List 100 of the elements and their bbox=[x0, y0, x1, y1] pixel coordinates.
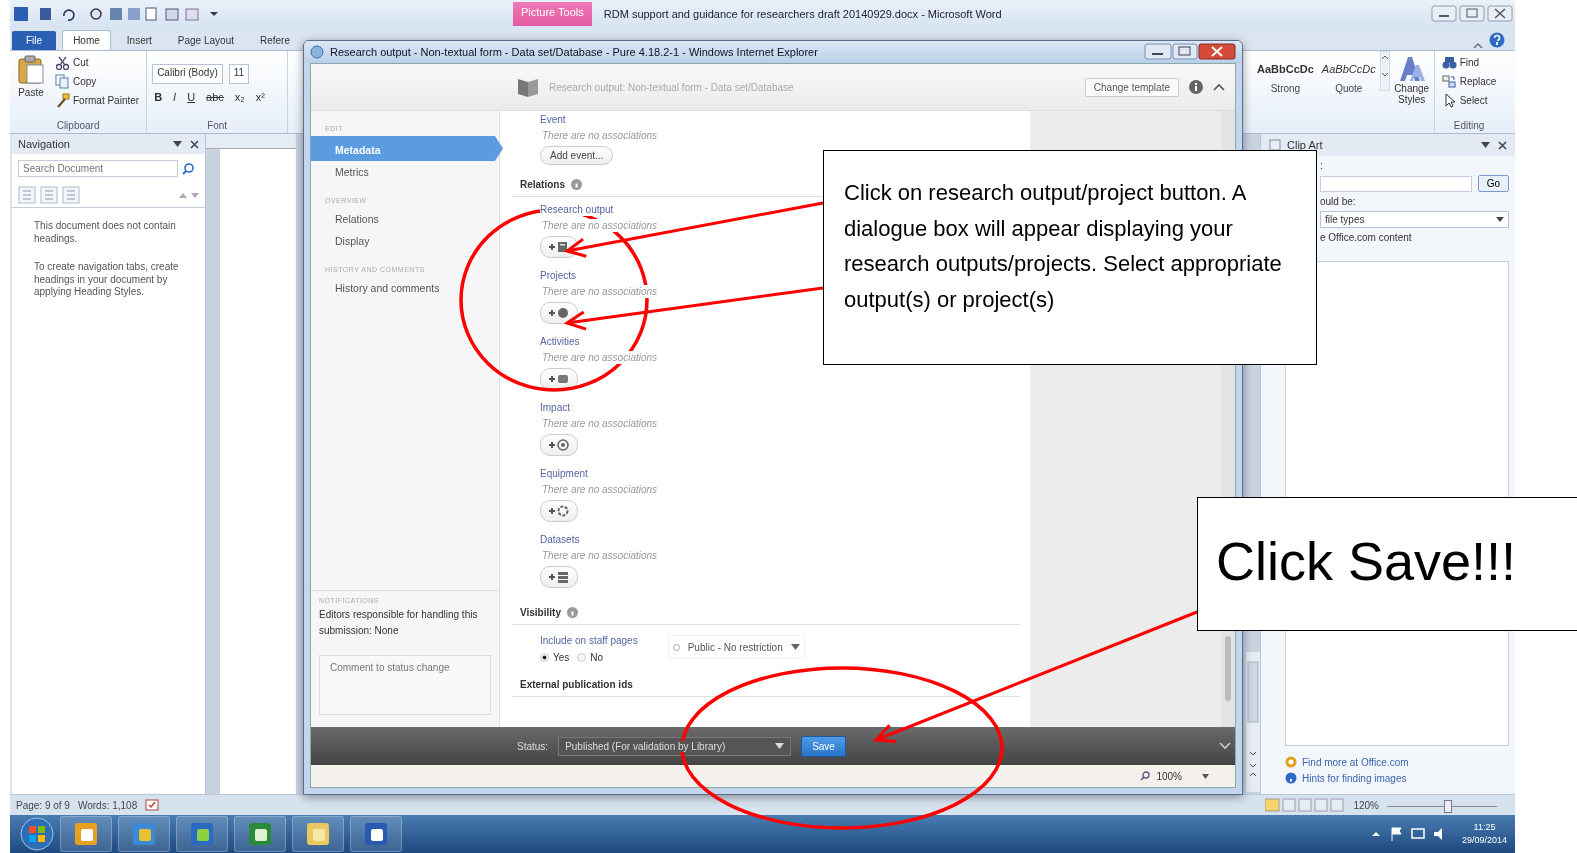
paintbrush-icon bbox=[55, 93, 70, 108]
replace-button[interactable]: Replace bbox=[1439, 73, 1499, 90]
field-label: Impact bbox=[540, 401, 570, 414]
word-count: Words: 1,108 bbox=[77, 799, 138, 811]
binoculars-icon bbox=[1441, 55, 1457, 70]
font-name-field[interactable]: Calibri (Body) bbox=[152, 64, 223, 84]
search-field[interactable] bbox=[1320, 175, 1472, 192]
office-icon bbox=[1285, 756, 1297, 768]
style-gallery-item[interactable]: AaBbCcDc Strong bbox=[1253, 51, 1318, 133]
radio-option[interactable]: Yes bbox=[540, 652, 570, 663]
ribbon-tab[interactable]: Home bbox=[62, 30, 111, 50]
group-label: Editing bbox=[1452, 120, 1486, 133]
empty-text: There are no associations bbox=[542, 285, 658, 298]
breadcrumb: Research output: Non-textual form - Data set/Database bbox=[549, 81, 795, 93]
select-button[interactable]: Select bbox=[1439, 92, 1499, 109]
replace-icon bbox=[1441, 74, 1457, 89]
clock-date: 29/09/2014 bbox=[1461, 834, 1507, 847]
go-button[interactable]: Go bbox=[1477, 175, 1509, 192]
format-button[interactable]: B bbox=[152, 90, 165, 104]
font-size-field[interactable]: 11 bbox=[228, 64, 250, 84]
field-label: Status: bbox=[517, 740, 549, 752]
sidebar-item[interactable]: Relations bbox=[311, 208, 499, 230]
style-gallery-item[interactable]: AaBbCcDc Quote bbox=[1317, 51, 1380, 133]
format-painter-button[interactable]: Format Painter bbox=[53, 92, 142, 109]
file-tab[interactable]: File bbox=[12, 31, 57, 50]
dropdown-icon bbox=[775, 743, 785, 749]
paste-button[interactable]: Paste bbox=[15, 54, 47, 120]
clip-art-icon bbox=[1269, 139, 1281, 151]
close-icon bbox=[190, 139, 199, 149]
change-template-button[interactable]: Change template bbox=[1084, 77, 1179, 97]
sidebar-item[interactable]: Display bbox=[311, 230, 499, 252]
add-relation-button[interactable] bbox=[540, 500, 578, 522]
book-icon bbox=[517, 76, 539, 98]
group-label: Clipboard bbox=[55, 120, 101, 133]
chat-app-icon[interactable] bbox=[189, 821, 215, 847]
add-relation-button[interactable] bbox=[540, 302, 578, 324]
field-label: Research output bbox=[540, 203, 614, 216]
section-heading: Relations bbox=[520, 179, 565, 190]
add-icon bbox=[548, 240, 570, 254]
ribbon-tab[interactable]: Insert bbox=[116, 31, 162, 50]
find-button[interactable]: Find bbox=[1439, 54, 1499, 71]
change-styles-button[interactable]: Change Styles bbox=[1389, 51, 1434, 133]
browser-app-icon[interactable] bbox=[131, 821, 157, 847]
help-icon[interactable] bbox=[571, 179, 582, 190]
help-icon bbox=[1489, 32, 1505, 48]
expand-icon[interactable] bbox=[1219, 742, 1231, 750]
sidebar-item[interactable]: Metrics bbox=[311, 161, 499, 183]
ribbon-tab[interactable]: Page Layout bbox=[167, 31, 244, 50]
collapse-icon[interactable] bbox=[1213, 83, 1225, 91]
window-title: RDM support and guidance for researchers draft 20140929.docx - Microsoft Word bbox=[603, 8, 1002, 20]
ribbon-tab[interactable]: Refere bbox=[250, 31, 300, 50]
empty-text: There are no associations bbox=[542, 129, 658, 142]
save-button[interactable]: Save bbox=[801, 735, 846, 757]
pane-message: This document does not contain headings. bbox=[33, 219, 177, 245]
group-label: Font bbox=[206, 120, 229, 133]
dropdown-icon bbox=[1481, 142, 1490, 148]
spreadsheet-app-icon[interactable] bbox=[247, 821, 273, 847]
file-types-select[interactable]: file types bbox=[1320, 211, 1509, 228]
sidebar-item[interactable]: History and comments bbox=[311, 277, 499, 299]
help-link[interactable]: Hints for finding images bbox=[1261, 770, 1515, 786]
format-button[interactable]: I bbox=[171, 90, 179, 104]
zoom-level[interactable]: 120% bbox=[1353, 799, 1379, 811]
field-label: Equipment bbox=[540, 467, 588, 480]
start-button-icon[interactable] bbox=[20, 817, 54, 851]
zoom-slider[interactable] bbox=[1387, 798, 1497, 812]
folder-app-icon[interactable] bbox=[305, 821, 331, 847]
scissors-icon bbox=[55, 55, 70, 70]
dropdown-icon bbox=[173, 141, 182, 147]
format-button[interactable]: U bbox=[185, 90, 198, 104]
help-link[interactable]: Find more at Office.com bbox=[1261, 754, 1515, 770]
format-button[interactable]: abc bbox=[204, 90, 226, 104]
minimize-ribbon-icon bbox=[1473, 42, 1483, 50]
radio-option[interactable]: No bbox=[577, 652, 604, 663]
comment-field[interactable]: Comment to status change bbox=[319, 655, 491, 715]
mail-app-icon[interactable] bbox=[73, 821, 99, 847]
copy-button[interactable]: Copy bbox=[53, 73, 142, 90]
add-icon bbox=[548, 570, 570, 584]
dropdown-icon bbox=[1496, 217, 1504, 222]
document-app-icon[interactable] bbox=[363, 821, 389, 847]
add-icon bbox=[548, 504, 570, 518]
format-button[interactable]: x² bbox=[253, 90, 267, 104]
section-heading: Visibility bbox=[520, 607, 561, 618]
search-field[interactable]: Search Document bbox=[18, 160, 178, 177]
zoom-icon bbox=[1140, 771, 1151, 781]
help-icon[interactable] bbox=[566, 607, 578, 618]
zoom-level[interactable]: 100% bbox=[1156, 770, 1182, 782]
window-title: Research output - Non-textual form - Data set/Database - Pure 4.18.2-1 - Windows Internet Explorer bbox=[330, 46, 819, 58]
empty-text: There are no associations bbox=[542, 483, 658, 496]
add-relation-button[interactable] bbox=[540, 434, 578, 456]
add-event-button[interactable]: Add event... bbox=[540, 146, 614, 165]
status-select[interactable]: Published (For validation by Library) bbox=[558, 736, 792, 756]
close-icon bbox=[1498, 140, 1507, 150]
add-relation-button[interactable] bbox=[540, 566, 578, 588]
cut-button[interactable]: Cut bbox=[53, 54, 142, 71]
visibility-select[interactable]: Public - No restriction bbox=[667, 635, 805, 659]
info-icon[interactable] bbox=[1189, 80, 1203, 94]
empty-text: There are no associations bbox=[542, 219, 658, 232]
pane-title: Navigation bbox=[18, 138, 71, 150]
format-button[interactable]: x₂ bbox=[232, 90, 247, 104]
section-heading: External publication ids bbox=[520, 679, 633, 690]
